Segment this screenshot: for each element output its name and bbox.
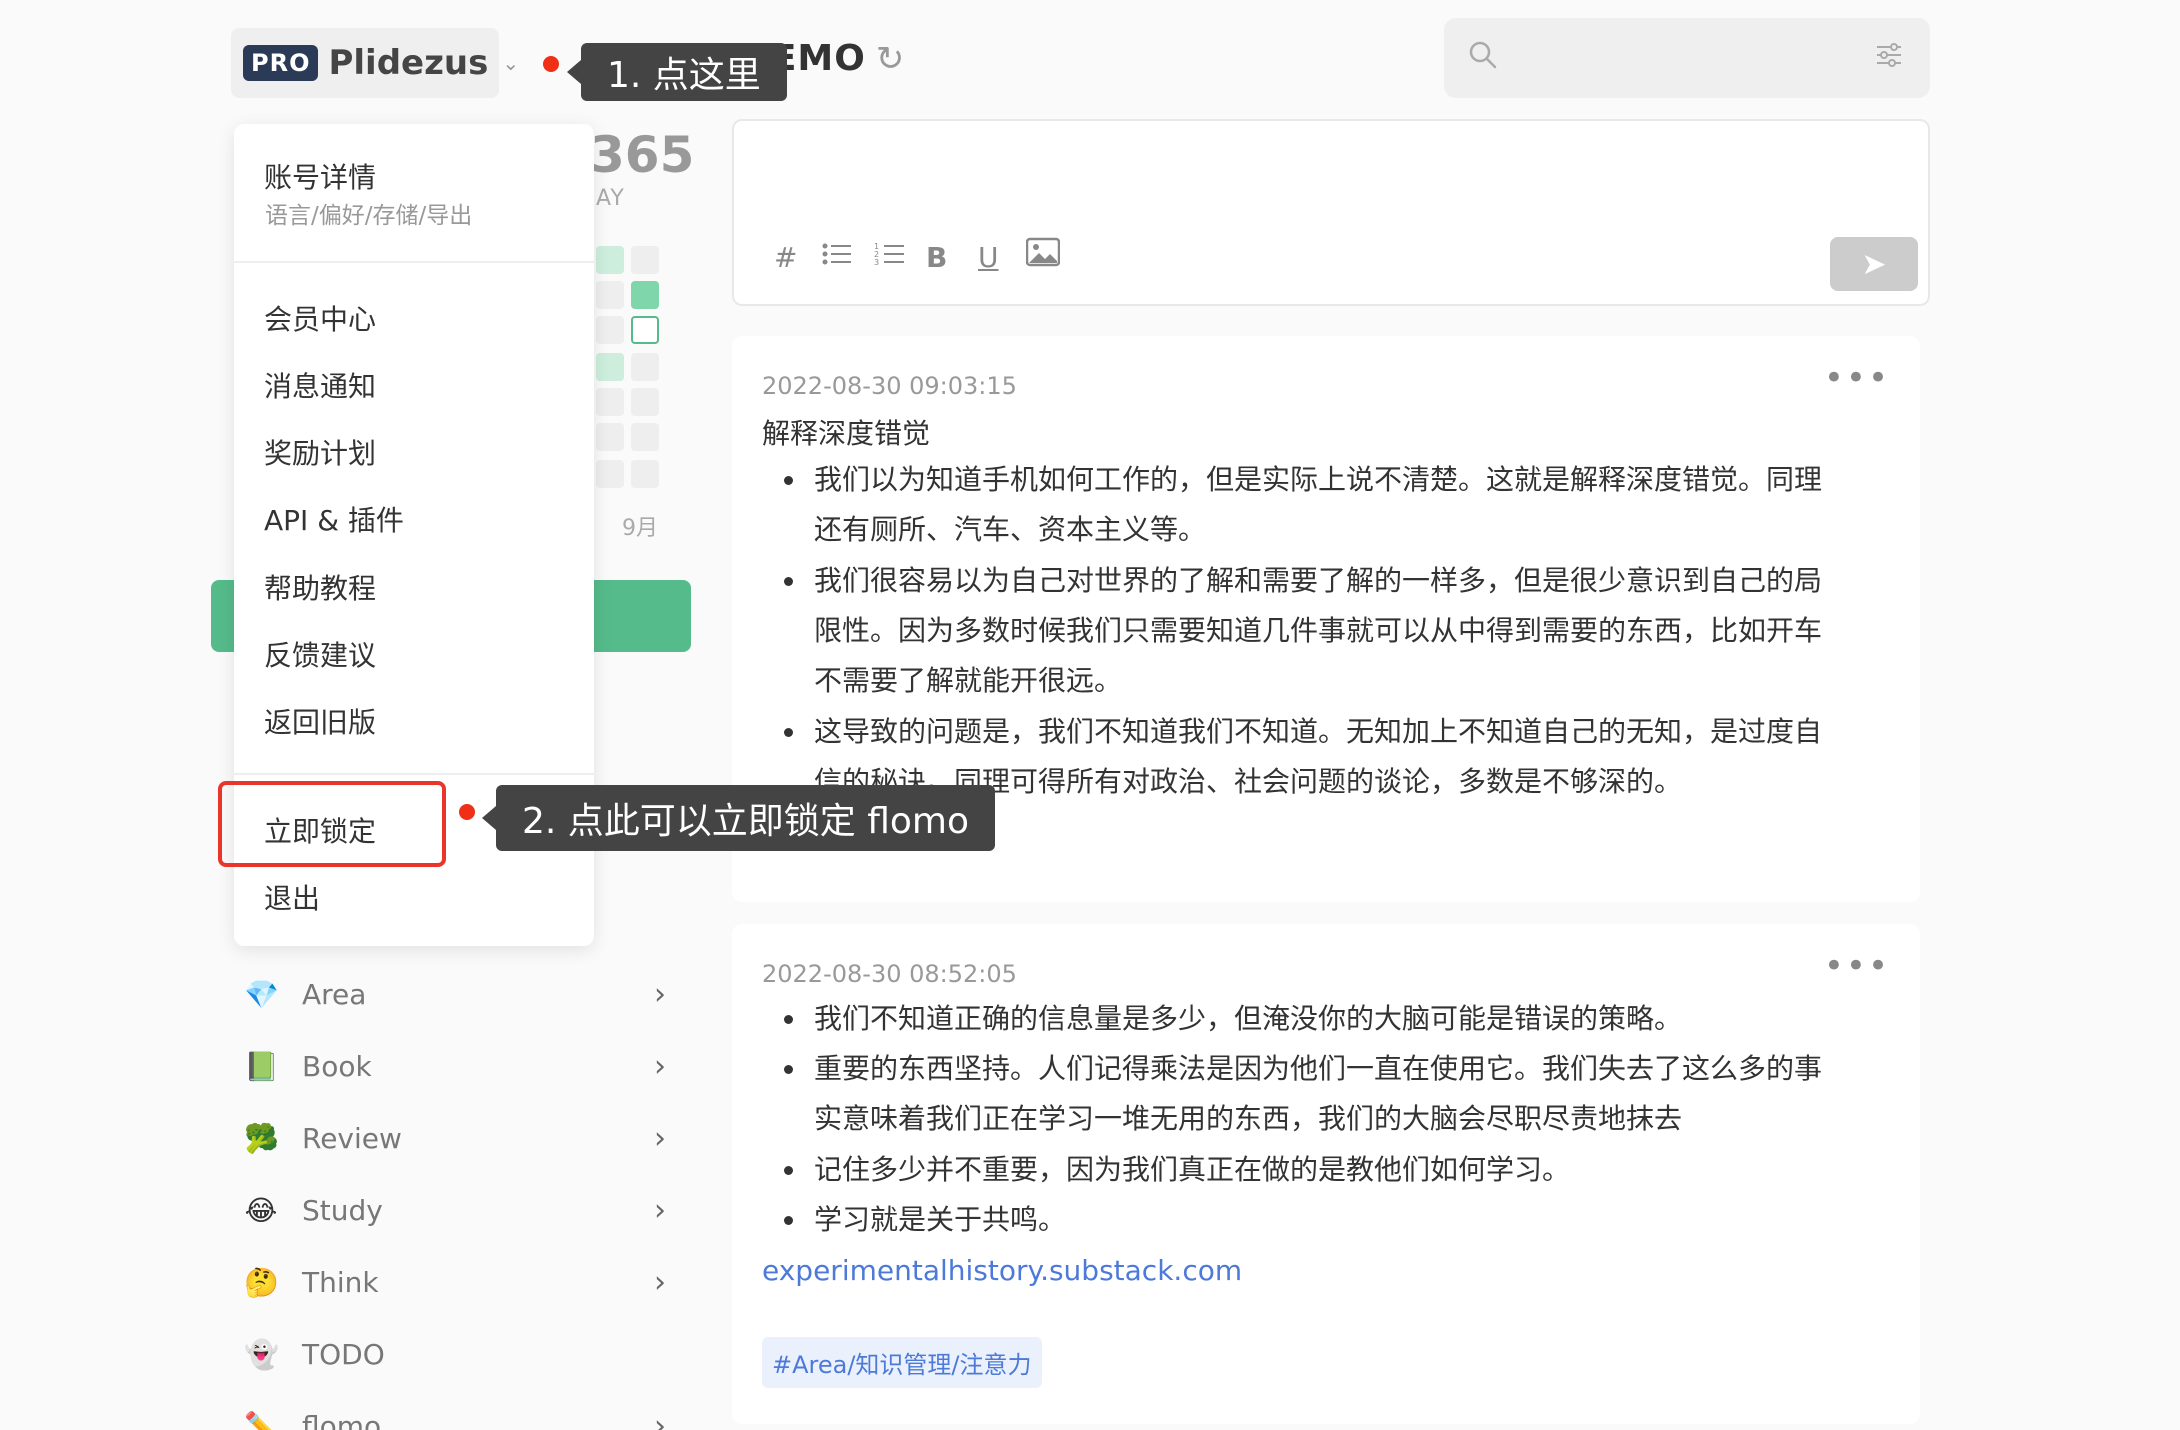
search-input[interactable]: [1514, 34, 1844, 82]
heatmap-cell: [631, 281, 659, 309]
tag-label: Study: [302, 1193, 383, 1227]
thinking-face-icon: 🤔: [244, 1265, 279, 1299]
bold-icon[interactable]: B: [926, 241, 947, 274]
refresh-icon[interactable]: ↻: [876, 39, 906, 79]
annotation-highlight-box: [218, 781, 446, 867]
underline-icon[interactable]: U: [978, 241, 999, 274]
heatmap-cell: [596, 423, 624, 451]
menu-item-feedback[interactable]: 反馈建议: [264, 634, 376, 674]
heatmap-cell: [631, 246, 659, 274]
memo-card: 2022-08-30 08:52:05 ••• 我们不知道正确的信息量是多少，但…: [732, 924, 1920, 1424]
memo-editor[interactable]: # 123 B U ➤: [732, 119, 1930, 306]
menu-divider: [234, 773, 594, 775]
heatmap-cell: [631, 388, 659, 416]
tag-label: Area: [302, 977, 367, 1011]
menu-item-logout[interactable]: 退出: [264, 877, 320, 917]
chevron-right-icon[interactable]: ›: [654, 977, 666, 1012]
account-details-subtitle: 语言/偏好/存储/导出: [265, 203, 473, 229]
hashtag-icon[interactable]: #: [774, 241, 797, 274]
annotation-text-2: 2. 点此可以立即锁定 flomo: [522, 801, 970, 842]
memo-tag[interactable]: #Area/知识管理/注意力: [762, 1337, 1042, 1388]
month-label: 9月: [622, 516, 658, 541]
chevron-down-icon: ⌄: [502, 51, 520, 75]
heatmap-cell: [596, 388, 624, 416]
pencil-icon: ✏️: [244, 1409, 279, 1430]
annotation-tooltip-2: 2. 点此可以立即锁定 flomo: [481, 785, 996, 851]
chevron-right-icon[interactable]: ›: [654, 1265, 666, 1300]
menu-item-rewards[interactable]: 奖励计划: [264, 432, 376, 472]
more-icon[interactable]: •••: [1824, 946, 1890, 986]
filter-icon[interactable]: [1874, 40, 1904, 78]
memo-timestamp: 2022-08-30 09:03:15: [762, 372, 1017, 400]
heatmap-cell: [631, 353, 659, 381]
diamond-icon: 💎: [244, 977, 279, 1011]
tag-label: Think: [302, 1265, 379, 1299]
annotation-tooltip-1: 1. 点这里: [567, 43, 787, 101]
search-box[interactable]: [1444, 18, 1930, 98]
heatmap-cell-today: [631, 316, 659, 344]
bullet-list-icon[interactable]: [822, 241, 852, 274]
memo-title: 解释深度错觉: [762, 417, 931, 450]
heatmap-cell: [596, 460, 624, 488]
send-icon: ➤: [1861, 246, 1887, 282]
svg-text:3: 3: [874, 258, 879, 267]
chevron-right-icon[interactable]: ›: [654, 1193, 666, 1228]
heatmap-cell: [596, 353, 624, 381]
annotation-text-1: 1. 点这里: [607, 55, 761, 96]
memo-bullet: 学习就是关于共鸣。: [784, 1195, 1824, 1245]
menu-divider: [234, 261, 594, 263]
book-icon: 📗: [244, 1049, 279, 1083]
account-name: Plidezus: [328, 43, 489, 83]
tag-label: TODO: [302, 1337, 385, 1371]
chevron-right-icon[interactable]: ›: [654, 1121, 666, 1156]
more-icon[interactable]: •••: [1824, 358, 1890, 398]
memo-bullet: 我们不知道正确的信息量是多少，但淹没你的大脑可能是错误的策略。: [784, 994, 1824, 1044]
tag-item-review[interactable]: 🥦 Review ›: [244, 1113, 674, 1163]
menu-item-old-version[interactable]: 返回旧版: [264, 701, 376, 741]
search-icon: [1468, 40, 1498, 77]
send-button[interactable]: ➤: [1830, 237, 1918, 291]
tag-label: flomo: [302, 1409, 382, 1430]
tag-item-study[interactable]: 😂 Study ›: [244, 1185, 674, 1235]
chevron-right-icon[interactable]: ›: [654, 1049, 666, 1084]
memo-bullet: 我们很容易以为自己对世界的了解和需要了解的一样多，但是很少意识到自己的局限性。因…: [784, 556, 1824, 706]
memo-timestamp: 2022-08-30 08:52:05: [762, 960, 1017, 988]
menu-item-help[interactable]: 帮助教程: [264, 567, 376, 607]
menu-item-api-plugins[interactable]: API & 插件: [264, 499, 404, 539]
memo-bullet: 记住多少并不重要，因为我们真正在做的是教他们如何学习。: [784, 1145, 1824, 1195]
tag-item-flomo[interactable]: ✏️ flomo ›: [244, 1401, 674, 1430]
heatmap-cell: [596, 316, 624, 344]
tag-label: Book: [302, 1049, 372, 1083]
tag-item-todo[interactable]: 👻 TODO: [244, 1329, 674, 1379]
heatmap-cell: [596, 246, 624, 274]
tag-label: Review: [302, 1121, 402, 1155]
stat-number: 365: [590, 126, 695, 184]
tag-item-area[interactable]: 💎 Area ›: [244, 969, 674, 1019]
account-switcher[interactable]: PRO Plidezus ⌄: [231, 28, 519, 98]
menu-item-account-details[interactable]: 账号详情: [264, 156, 376, 196]
broccoli-icon: 🥦: [244, 1121, 279, 1155]
heatmap-cell: [596, 281, 624, 309]
memo-link[interactable]: experimentalhistory.substack.com: [762, 1254, 1242, 1287]
heatmap-cell: [631, 423, 659, 451]
image-icon[interactable]: [1025, 237, 1061, 274]
menu-item-membership[interactable]: 会员中心: [264, 298, 376, 338]
annotation-dot-1: [543, 56, 559, 72]
annotation-dot-2: [459, 804, 475, 820]
memo-bullet: 我们以为知道手机如何工作的，但是实际上说不清楚。这就是解释深度错觉。同理还有厕所…: [784, 455, 1824, 555]
pro-badge: PRO: [243, 45, 319, 81]
numbered-list-icon[interactable]: 123: [874, 241, 906, 274]
laughing-face-icon: 😂: [244, 1193, 278, 1227]
menu-item-notifications[interactable]: 消息通知: [264, 365, 376, 405]
ghost-icon: 👻: [244, 1337, 279, 1371]
memo-bullet: 重要的东西坚持。人们记得乘法是因为他们一直在使用它。我们失去了这么多的事实意味着…: [784, 1044, 1824, 1144]
heatmap-cell: [631, 460, 659, 488]
stat-day-label: AY: [596, 186, 625, 211]
chevron-right-icon[interactable]: ›: [654, 1409, 666, 1430]
tag-item-book[interactable]: 📗 Book ›: [244, 1041, 674, 1091]
tag-item-think[interactable]: 🤔 Think ›: [244, 1257, 674, 1307]
